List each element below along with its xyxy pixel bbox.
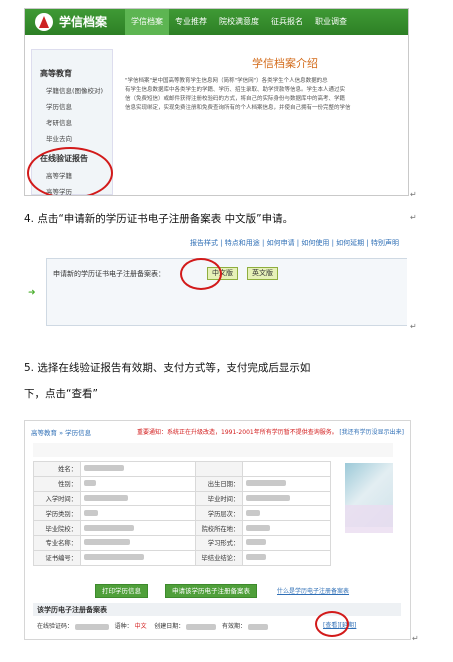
blurred-value	[186, 623, 217, 630]
nav-school-satisfaction[interactable]: 院校满意度	[213, 9, 265, 35]
language-value: 中文	[134, 623, 147, 630]
chsi-logo-icon	[35, 13, 53, 31]
step-5-text-line2: 下，点击“查看”	[24, 388, 98, 400]
section-title: 该学历电子注册备案表	[37, 606, 107, 614]
sidebar-section-higher-education: 高等教育	[40, 69, 72, 78]
degree-info-table: 姓名： 性别： 出生日期： 入学时间： 毕业时间： 学历类别： 学历层次： 毕业…	[33, 461, 331, 566]
code-label: 在线验证码：	[37, 623, 74, 630]
screenshot-xuexin-archive: 学信档案 学信档案 专业推荐 院校满意度 征兵报名 职业调查 高等教育 学籍信息…	[24, 8, 409, 196]
blurred-value	[84, 509, 98, 516]
nav-career-survey[interactable]: 职业调查	[309, 9, 353, 35]
table-row: 性别： 出生日期：	[33, 475, 331, 492]
sidebar-item-enrollment[interactable]: 学籍信息(图像校对)	[46, 85, 112, 95]
screenshot-degree-info: 高等教育 » 学历信息 重要通知：系统正在升级改造，1991-2001年所有学历…	[24, 420, 411, 640]
help-links[interactable]: 报告样式 | 特点和用途 | 如何申请 | 如何使用 | 如何延期 | 特别声明	[190, 238, 399, 248]
blurred-value	[247, 623, 268, 630]
what-is-registration-link[interactable]: 什么是学历电子注册备案表	[277, 586, 349, 595]
red-circle-annotation	[180, 258, 222, 290]
intro-line: 有学生信息数据库中各类学生的学籍、学历、招生录取、助学贷款等信息。学生本人通过实	[125, 87, 346, 93]
intro-panel: 学信档案介绍 "学信档案"是中国高等教育学生信息网（简称"学信网"）各类学生个人…	[125, 45, 408, 113]
breadcrumb[interactable]: 高等教育 » 学历信息	[31, 427, 91, 437]
blurred-value	[84, 524, 134, 531]
step-5-text-line1: 5. 选择在线验证报告有效期、支付方式等，支付完成后显示如	[24, 362, 311, 374]
report-record-row: 在线验证码： 语种： 中文 创建日期： 有效期：	[37, 621, 268, 630]
field-label: 毕业时间：	[195, 490, 244, 507]
field-label: 学历类别：	[33, 505, 81, 522]
intro-title: 学信档案介绍	[252, 57, 318, 70]
red-circle-annotation	[27, 147, 113, 195]
apply-registration-button[interactable]: 申请该学历电子注册备案表	[165, 584, 257, 598]
table-row: 证书编号： 毕结业结论：	[33, 549, 331, 566]
blurred-value	[246, 539, 267, 546]
arrow-right-icon: ➜	[28, 288, 36, 298]
site-title: 学信档案	[59, 15, 108, 29]
field-label: 入学时间：	[33, 490, 81, 507]
created-label: 创建日期：	[154, 623, 185, 630]
sidebar-item-graduate-destination[interactable]: 毕业去向	[46, 133, 112, 143]
blurred-value	[246, 494, 291, 501]
field-label: 学习形式：	[195, 534, 244, 551]
intro-line: "学信档案"是中国高等教育学生信息网（简称"学信网"）各类学生个人信息数据的总	[125, 78, 328, 84]
top-nav-bar: 学信档案 学信档案 专业推荐 院校满意度 征兵报名 职业调查	[25, 9, 408, 35]
blurred-photo-overlay	[345, 505, 393, 533]
english-version-button[interactable]: 英文版	[247, 267, 278, 280]
red-circle-annotation	[315, 611, 349, 637]
table-row: 姓名：	[33, 461, 331, 477]
blurred-value	[246, 554, 267, 561]
apply-panel: 申请新的学历证书电子注册备案表： 中文版 英文版	[46, 258, 407, 326]
sidebar-item-postgrad-exam[interactable]: 考研信息	[46, 117, 112, 127]
important-notice: 重要通知：系统正在升级改造，1991-2001年所有学历暂不提供查询服务。	[137, 429, 338, 436]
return-mark: ↵	[410, 190, 417, 199]
return-mark: ↵	[410, 213, 417, 222]
screenshot-apply-form: 报告样式 | 特点和用途 | 如何申请 | 如何使用 | 如何延期 | 特别声明…	[24, 234, 407, 326]
field-label: 毕业院校：	[33, 520, 81, 536]
valid-label: 有效期：	[221, 623, 246, 630]
missing-degree-link[interactable]: [我还有学历没显示出来]	[339, 427, 404, 436]
table-row: 毕业院校： 院校所在地：	[33, 520, 331, 536]
print-degree-button[interactable]: 打印学历信息	[95, 584, 148, 598]
field-label: 学历层次：	[195, 505, 244, 522]
field-label: 出生日期：	[195, 475, 244, 492]
return-mark: ↵	[412, 634, 419, 643]
intro-line: 信（免费短信）或邮件获得注册校验码的方式，将自己的实际身份与数据库中的高考、学籍	[125, 96, 346, 102]
table-row: 入学时间： 毕业时间：	[33, 490, 331, 507]
blurred-value	[84, 494, 128, 501]
header-band	[33, 443, 393, 457]
sidebar-item-degree[interactable]: 学历信息	[46, 101, 112, 111]
field-label: 证书编号：	[33, 549, 81, 566]
nav-xuexin-archive[interactable]: 学信档案	[125, 9, 169, 35]
blurred-value	[74, 623, 109, 630]
blurred-value	[246, 524, 271, 531]
blurred-value	[84, 554, 144, 561]
nav-major-recommend[interactable]: 专业推荐	[169, 9, 213, 35]
field-label: 性别：	[33, 475, 81, 492]
blurred-value	[246, 509, 261, 516]
language-label: 语种：	[114, 623, 133, 630]
step-4-text: 4. 点击“申请新的学历证书电子注册备案表 中文版”申请。	[24, 213, 294, 225]
nav-conscription[interactable]: 征兵报名	[265, 9, 309, 35]
apply-label: 申请新的学历证书电子注册备案表：	[53, 270, 165, 278]
table-row: 学历类别： 学历层次：	[33, 505, 331, 522]
return-mark: ↵	[410, 322, 417, 331]
field-label: 毕结业结论：	[195, 549, 244, 566]
blurred-value	[84, 480, 96, 487]
blurred-value	[246, 480, 287, 487]
field-label: 院校所在地：	[195, 520, 244, 536]
blurred-value	[84, 539, 130, 546]
intro-line: 信息实现绑定，实现免费注册和免费查询所有的个人档案信息，并使自己拥有一份完整的学…	[125, 105, 351, 111]
main-nav: 学信档案 专业推荐 院校满意度 征兵报名 职业调查	[125, 9, 353, 35]
table-row: 专业名称： 学习形式：	[33, 534, 331, 551]
blurred-value	[84, 465, 124, 472]
field-label: 专业名称：	[33, 534, 81, 551]
field-label: 姓名：	[33, 461, 81, 477]
field-label	[195, 461, 244, 477]
